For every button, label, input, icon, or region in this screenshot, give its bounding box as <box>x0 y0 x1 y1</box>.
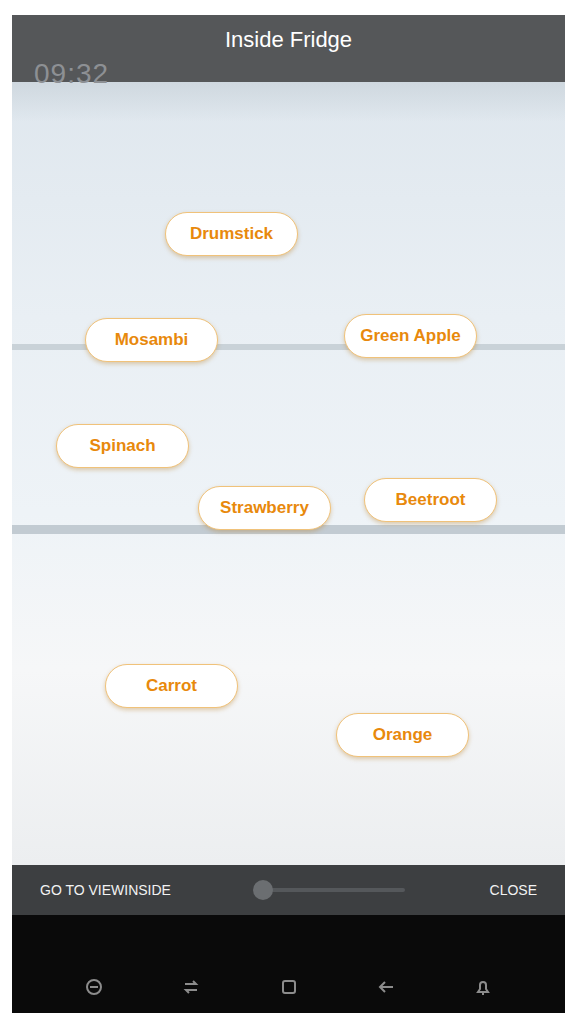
slider[interactable] <box>255 888 405 892</box>
slider-track[interactable] <box>255 888 405 892</box>
food-label[interactable]: Strawberry <box>198 486 331 530</box>
clock-text: 09:32 <box>34 53 109 95</box>
navigation-bar <box>12 915 565 1013</box>
app-screen: 09:32Inside Fridge Drumstick Mosambi Green … <box>12 15 565 1013</box>
home-icon[interactable] <box>277 975 301 999</box>
screen-frame: 09:32Inside Fridge Drumstick Mosambi Green … <box>0 0 576 1024</box>
food-label[interactable]: Mosambi <box>85 318 218 362</box>
notification-icon[interactable] <box>471 975 495 999</box>
menu-icon[interactable] <box>82 975 106 999</box>
food-label[interactable]: Spinach <box>56 424 189 468</box>
action-bar: GO TO VIEWINSIDE CLOSE <box>12 865 565 915</box>
fridge-photo: Drumstick Mosambi Green Apple SpinachStrawb… <box>12 82 565 865</box>
food-label[interactable]: Orange <box>336 713 469 757</box>
food-label[interactable]: Carrot <box>105 664 238 708</box>
recent-apps-icon[interactable] <box>179 975 203 999</box>
go-to-viewinside-button[interactable]: GO TO VIEWINSIDE <box>40 874 171 907</box>
header-bar: 09:32Inside Fridge <box>12 15 565 82</box>
food-label[interactable]: Green Apple <box>344 314 477 358</box>
slider-thumb[interactable] <box>253 880 273 900</box>
food-label[interactable]: Drumstick <box>165 212 298 256</box>
close-button[interactable]: CLOSE <box>490 874 537 907</box>
back-icon[interactable] <box>374 975 398 999</box>
food-label[interactable]: Beetroot <box>364 478 497 522</box>
page-title: Inside Fridge <box>12 15 565 53</box>
